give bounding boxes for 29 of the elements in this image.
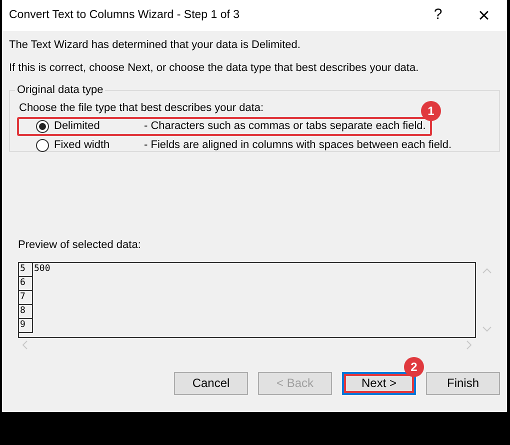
group-prompt: Choose the file type that best describes your data:	[19, 102, 264, 114]
scroll-left-icon[interactable]	[22, 340, 28, 350]
preview-text: 500	[33, 262, 50, 276]
line-number: 6	[19, 276, 33, 290]
instruction-text: If this is correct, choose Next, or choose the data type that best describes your data.	[9, 60, 420, 76]
radio-button[interactable]	[36, 138, 49, 152]
option-label[interactable]: Delimited	[54, 118, 100, 134]
wizard-button[interactable]: Finish	[426, 372, 500, 394]
line-number: 7	[19, 290, 33, 304]
option-label[interactable]: Fixed width	[54, 136, 110, 154]
radio-button[interactable]	[36, 120, 49, 132]
close-button[interactable]: ×	[461, 0, 507, 31]
group-title: Original data type	[15, 82, 106, 98]
window-title: Convert Text to Columns Wizard - Step 1 of 3	[9, 8, 241, 23]
wizard-button[interactable]: Next >	[342, 372, 416, 394]
scroll-up-icon[interactable]	[482, 268, 492, 274]
wizard-button[interactable]: Cancel	[174, 372, 248, 394]
preview-label: Preview of selected data:	[18, 239, 141, 251]
option-description: - Characters such as commas or tabs separate each field.	[144, 118, 426, 134]
line-number: 9	[19, 318, 33, 332]
option-description: - Fields are aligned in columns with spaces between each field.	[144, 138, 452, 153]
scroll-down-icon[interactable]	[482, 326, 492, 332]
scroll-right-icon[interactable]	[466, 340, 472, 350]
callout-badge: 1	[421, 100, 441, 120]
line-number: 5	[19, 262, 33, 276]
callout-badge: 2	[404, 356, 424, 376]
instruction-text: The Text Wizard has determined that your data is Delimited.	[9, 38, 302, 53]
help-button[interactable]: ?	[415, 0, 461, 31]
line-number: 8	[19, 304, 33, 318]
